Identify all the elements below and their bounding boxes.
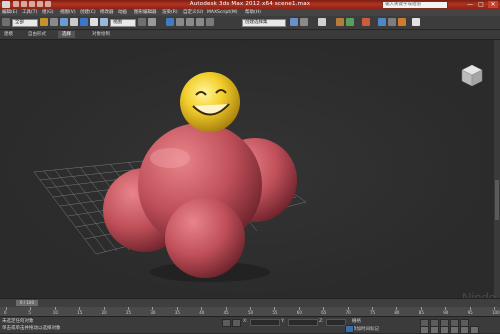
- schematic-view-icon[interactable]: [346, 18, 354, 26]
- track-tick-label: 5: [28, 310, 31, 315]
- pivot-center-icon[interactable]: [138, 18, 146, 26]
- track-tick-label: 40: [199, 310, 205, 315]
- track-tick-label: 30: [150, 310, 156, 315]
- search-input[interactable]: 输入关键字或短语: [382, 1, 448, 9]
- teapot-render-icon[interactable]: [412, 18, 420, 26]
- select-and-link-icon[interactable]: [40, 18, 48, 26]
- x-label: X:: [243, 319, 248, 324]
- tab-modeling[interactable]: 建模: [0, 31, 17, 38]
- track-tick-label: 95: [467, 310, 473, 315]
- selection-filter-dropdown[interactable]: 全部: [12, 19, 38, 27]
- maximize-viewport-icon[interactable]: [470, 326, 479, 334]
- add-time-tag-label[interactable]: 添加时间标记: [352, 326, 379, 332]
- select-and-move-icon[interactable]: [80, 18, 88, 26]
- track-tick-label: 20: [101, 310, 107, 315]
- tab-freeform[interactable]: 自由形式: [24, 31, 50, 38]
- maximize-button[interactable]: □: [476, 1, 486, 8]
- zoom-icon[interactable]: [420, 326, 429, 334]
- menu-tools[interactable]: 工具(T): [22, 9, 37, 16]
- named-selection-dropdown[interactable]: 创建选择集: [242, 19, 286, 27]
- zoom-extents-icon[interactable]: [440, 326, 449, 334]
- manipulate-icon[interactable]: [148, 18, 156, 26]
- track-tick-label: 75: [370, 310, 376, 315]
- menu-modifiers[interactable]: 修改器: [100, 9, 114, 16]
- track-tick-label: 10: [52, 310, 58, 315]
- undo-icon[interactable]: [2, 18, 10, 26]
- smiley-sphere-object[interactable]: [180, 72, 240, 132]
- z-coordinate-field[interactable]: [326, 319, 346, 326]
- zoom-all-icon[interactable]: [430, 326, 439, 334]
- tab-selection[interactable]: 选择: [58, 31, 75, 38]
- track-bar[interactable]: 0 5 10 15 20 25 30 35 40 45 50 55 60 65 70 75 80 85 90 95 10…: [0, 307, 500, 316]
- x-coordinate-field[interactable]: [250, 319, 280, 326]
- track-tick-label: 100: [492, 310, 500, 315]
- snaps-toggle-icon[interactable]: [166, 18, 174, 26]
- track-tick-label: 0: [4, 310, 7, 315]
- viewport-scrollbar[interactable]: [494, 40, 500, 298]
- orbit-icon[interactable]: [460, 326, 469, 334]
- menu-customize[interactable]: 自定义(U): [183, 9, 203, 16]
- curve-editor-icon[interactable]: [336, 18, 344, 26]
- reference-coord-dropdown[interactable]: 视图: [110, 19, 136, 27]
- menu-help[interactable]: 帮助(H): [245, 9, 261, 16]
- tab-object-paint[interactable]: 对象绘制: [88, 31, 114, 38]
- track-tick-label: 50: [248, 310, 254, 315]
- track-tick-label: 55: [272, 310, 278, 315]
- menu-edit[interactable]: 编辑(E): [2, 9, 17, 16]
- layer-manager-icon[interactable]: [318, 18, 326, 26]
- edit-named-selection-icon[interactable]: [206, 18, 214, 26]
- main-toolbar: 全部 视图 创建选择集: [0, 16, 500, 30]
- track-tick-label: 15: [77, 310, 83, 315]
- prompt-line: 单击或单击并拖动以选择对象: [2, 326, 61, 331]
- viewport-canvas[interactable]: [0, 40, 494, 298]
- render-setup-icon[interactable]: [378, 18, 386, 26]
- align-icon[interactable]: [300, 18, 308, 26]
- z-label: Z:: [319, 319, 324, 324]
- percent-snap-icon[interactable]: [186, 18, 194, 26]
- track-tick-label: 45: [223, 310, 229, 315]
- menu-maxscript[interactable]: MAXScript(M): [207, 9, 238, 16]
- absolute-mode-icon[interactable]: [232, 319, 241, 327]
- y-coordinate-field[interactable]: [288, 319, 318, 326]
- render-production-icon[interactable]: [398, 18, 406, 26]
- spinner-snap-icon[interactable]: [196, 18, 204, 26]
- title-bar: Autodesk 3ds Max 2012 x64 scene1.max 输入关…: [0, 0, 500, 9]
- unlink-icon[interactable]: [50, 18, 58, 26]
- lock-selection-icon[interactable]: [222, 319, 231, 327]
- perspective-viewport[interactable]: [0, 40, 494, 298]
- track-tick-label: 25: [126, 310, 132, 315]
- time-slider-knob[interactable]: 0 / 100: [16, 300, 38, 306]
- mirror-icon[interactable]: [290, 18, 298, 26]
- close-button[interactable]: ✕: [488, 1, 498, 8]
- menu-animation[interactable]: 动画: [118, 9, 127, 16]
- material-editor-icon[interactable]: [362, 18, 370, 26]
- select-and-rotate-icon[interactable]: [90, 18, 98, 26]
- menu-views[interactable]: 视图(V): [60, 9, 76, 16]
- track-tick-label: 80: [394, 310, 400, 315]
- menu-create[interactable]: 创建(C): [80, 9, 96, 16]
- pan-view-icon[interactable]: [450, 326, 459, 334]
- ribbon-tabs: 建模 自由形式 选择 对象绘制: [0, 30, 500, 40]
- select-and-scale-icon[interactable]: [100, 18, 108, 26]
- status-bar: 未选定任何对象 单击或单击并拖动以选择对象 X: Y: Z: 栅格 添加时间标记: [0, 316, 500, 334]
- angle-snap-icon[interactable]: [176, 18, 184, 26]
- grid-label: 栅格: [352, 319, 361, 324]
- menu-graph-editors[interactable]: 图形编辑器: [134, 9, 157, 16]
- track-tick-label: 60: [296, 310, 302, 315]
- track-tick-label: 65: [321, 310, 327, 315]
- minimize-button[interactable]: —: [465, 1, 475, 8]
- track-tick-label: 85: [418, 310, 424, 315]
- menu-rendering[interactable]: 渲染(R): [162, 9, 178, 16]
- y-label: Y:: [281, 319, 285, 324]
- track-tick-label: 90: [443, 310, 449, 315]
- selection-status: 未选定任何对象: [2, 319, 34, 324]
- track-tick-label: 35: [174, 310, 180, 315]
- track-tick-label: 70: [345, 310, 351, 315]
- menu-group[interactable]: 组(G): [42, 9, 54, 16]
- select-object-icon[interactable]: [60, 18, 68, 26]
- select-by-name-icon[interactable]: [70, 18, 78, 26]
- rendered-frame-icon[interactable]: [388, 18, 396, 26]
- scrollbar-thumb[interactable]: [495, 180, 499, 220]
